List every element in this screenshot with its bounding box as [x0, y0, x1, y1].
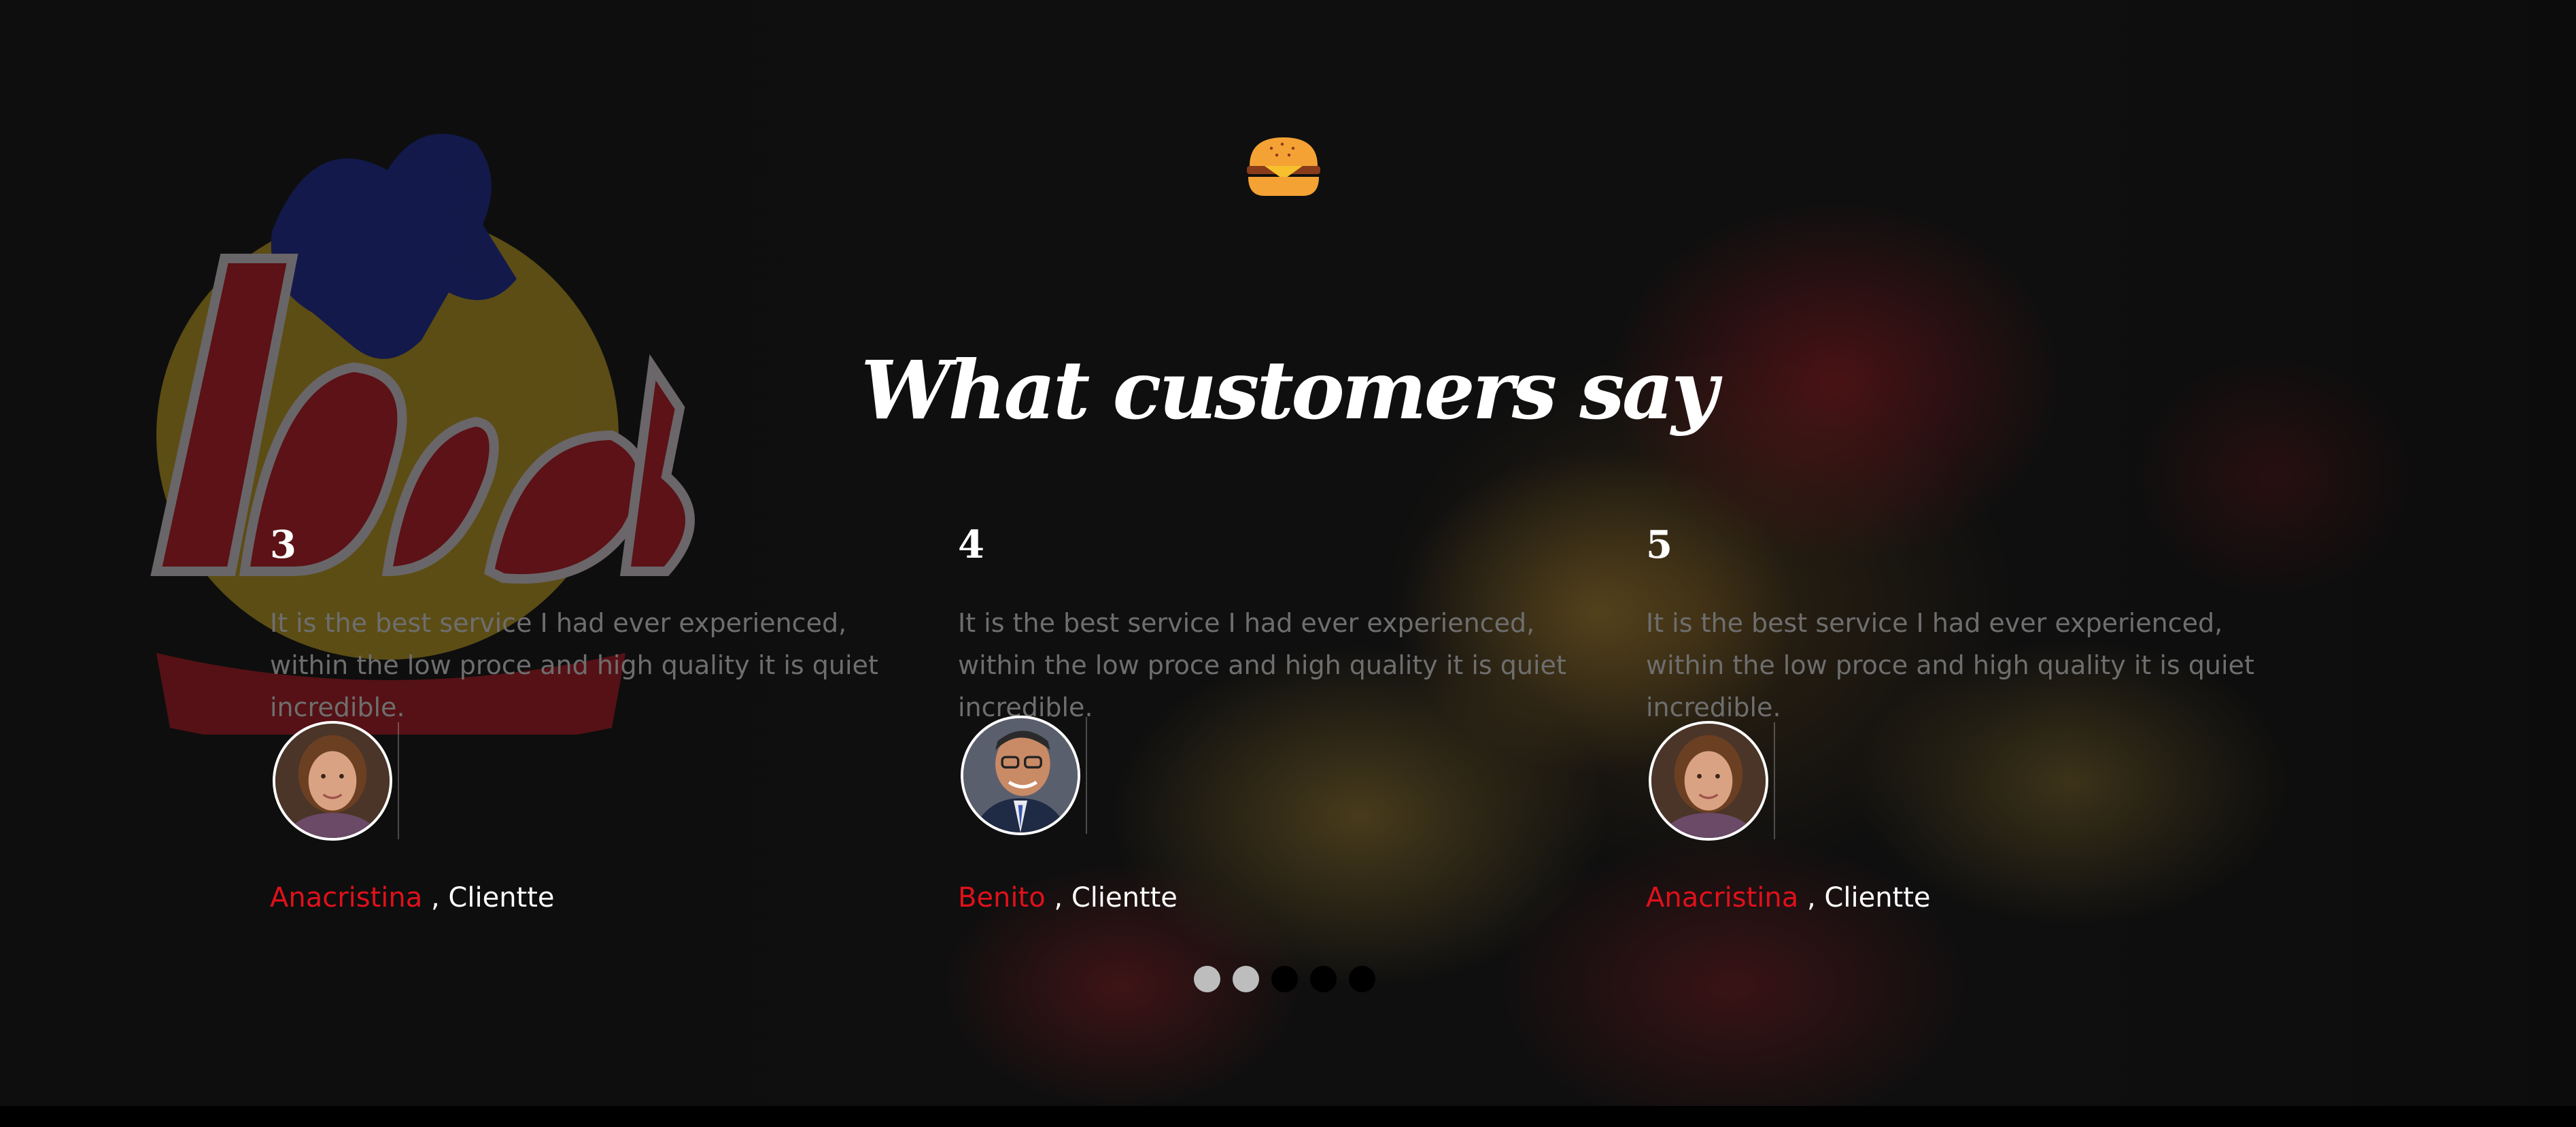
- footer-bar: [0, 1106, 2576, 1127]
- woman-avatar: [1649, 721, 1768, 841]
- testimonial-number: 5: [1646, 522, 1672, 567]
- carousel-pagination: [1194, 966, 1375, 993]
- section-title: What customers say: [861, 343, 1718, 438]
- pagination-dot-3[interactable]: [1271, 966, 1298, 992]
- testimonial-number: 3: [270, 522, 296, 567]
- testimonial-card: 5 It is the best service I had ever expe…: [1646, 517, 2299, 925]
- pagination-dot-2[interactable]: [1233, 966, 1259, 992]
- testimonial-author: Anacristina , Clientte: [270, 879, 555, 917]
- testimonial-text: It is the best service I had ever experi…: [1646, 608, 2254, 722]
- testimonial-author: Benito , Clientte: [958, 879, 1178, 917]
- testimonials-section: What customers say 3 It is the best serv…: [0, 0, 2576, 1106]
- author-role: , Clientte: [1045, 882, 1178, 913]
- burger-icon: [1247, 137, 1320, 196]
- testimonial-text: It is the best service I had ever experi…: [958, 608, 1566, 722]
- testimonial-number: 4: [958, 522, 984, 567]
- author-role: , Clientte: [422, 882, 555, 913]
- testimonial-card: 4 It is the best service I had ever expe…: [958, 517, 1611, 925]
- pagination-dot-4[interactable]: [1310, 966, 1337, 992]
- author-name: Anacristina: [270, 882, 423, 913]
- author-role: , Clientte: [1798, 882, 1931, 913]
- testimonial-text: It is the best service I had ever experi…: [270, 608, 878, 722]
- pagination-dot-5[interactable]: [1349, 966, 1375, 992]
- testimonial-author: Anacristina , Clientte: [1646, 879, 1931, 917]
- author-name: Benito: [958, 882, 1046, 913]
- author-name: Anacristina: [1646, 882, 1799, 913]
- pagination-dot-1[interactable]: [1194, 966, 1220, 992]
- man-avatar: [961, 716, 1080, 835]
- testimonial-card: 3 It is the best service I had ever expe…: [270, 517, 923, 925]
- woman-avatar: [273, 721, 392, 841]
